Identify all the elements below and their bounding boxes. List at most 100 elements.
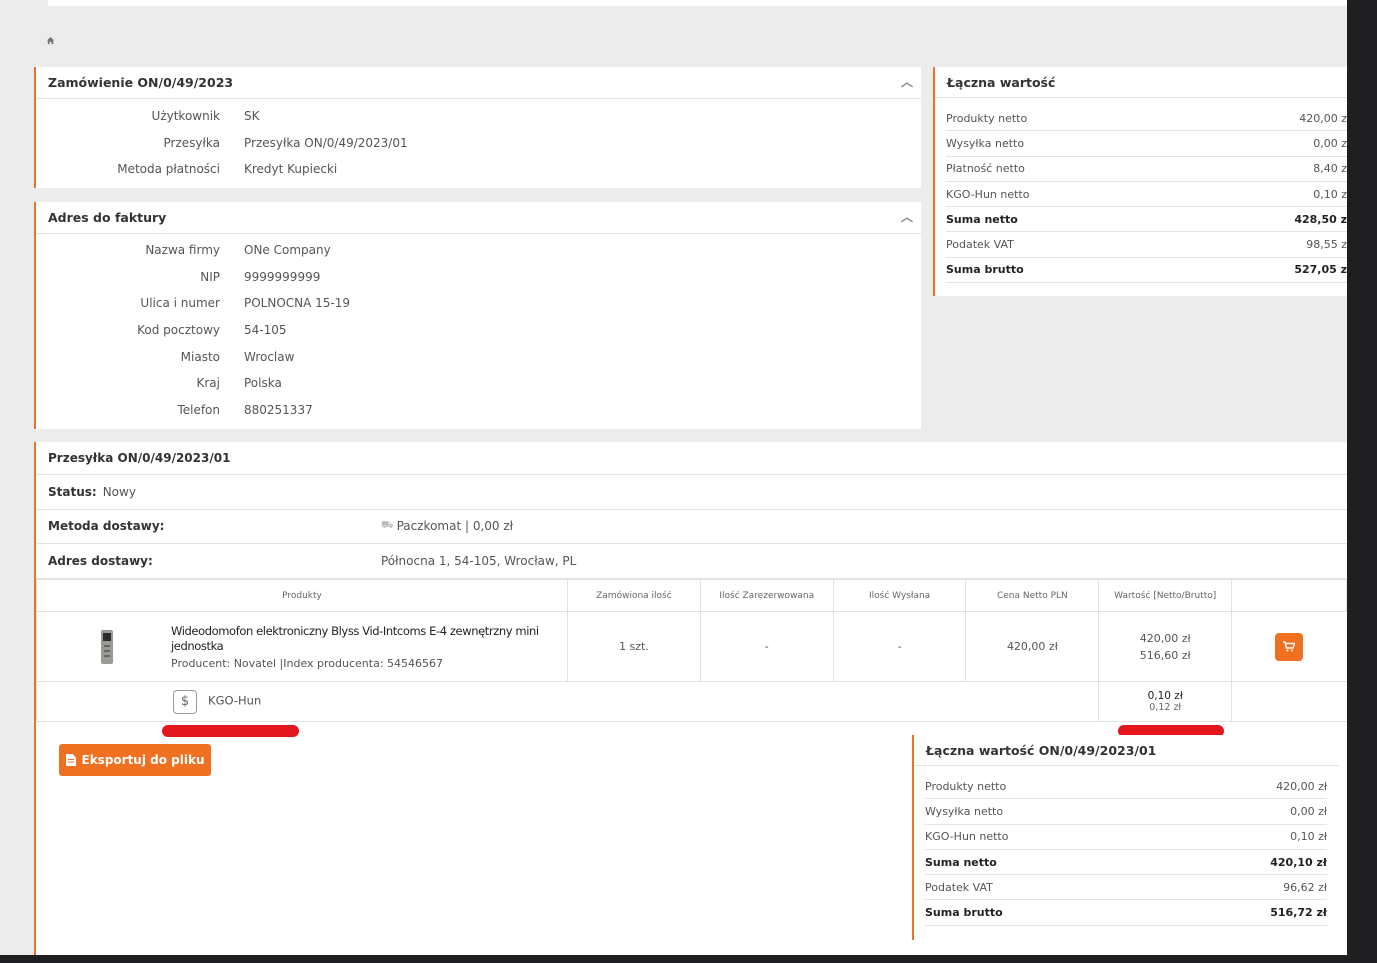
shipment-total-row: Wysyłka netto 0,00 zł [925, 799, 1327, 825]
shipment-total-row: Podatek VAT 96,62 zł [925, 875, 1327, 901]
field-label: Metoda płatności [117, 162, 220, 177]
fee-gross: 0,12 zł [1149, 701, 1182, 713]
invoice-panel: Adres do faktury ︿ Nazwa firmy ONe Compan… [34, 202, 921, 429]
order-payment-row: Metoda płatności Kredyt Kupiecki [36, 156, 921, 183]
total-label: Suma brutto [925, 906, 1003, 920]
intercom-image [101, 629, 113, 664]
product-thumbnail[interactable] [43, 629, 171, 664]
total-row: KGO-Hun netto 0,10 z [946, 182, 1347, 208]
field-value: Kredyt Kupiecki [244, 162, 338, 177]
invoice-row: Kod pocztowy 54-105 [36, 317, 921, 344]
net-price: 420,00 zł [965, 611, 1100, 682]
shipment-total-row: Suma netto 420,10 zł [925, 850, 1327, 876]
shipment-status-row: Status: Nowy [36, 475, 1347, 510]
shipment-total-title: Łączna wartość ON/0/49/2023/01 [926, 742, 1157, 758]
value-gross: 516,60 zł [1139, 648, 1191, 662]
total-label: Produkty netto [946, 111, 1028, 125]
total-value: 420,10 zł [1270, 855, 1327, 869]
field-value: Przesyłka ON/0/49/2023/01 [244, 135, 408, 150]
total-value: 420,00 z [1299, 111, 1347, 125]
status-label: Status: [48, 484, 97, 499]
total-row: Suma brutto 527,05 z [946, 258, 1347, 284]
total-row: Wysyłka netto 0,00 z [946, 131, 1347, 157]
order-title: Zamówienie ON/0/49/2023 [48, 75, 234, 90]
total-row: Produkty netto 420,00 z [946, 106, 1347, 132]
total-row: Podatek VAT 98,55 z [946, 232, 1347, 258]
field-value: POLNOCNA 15-19 [244, 296, 351, 311]
total-label: Podatek VAT [925, 880, 993, 894]
field-value: Wroclaw [244, 349, 295, 364]
table-header-row: Produkty Zamówiona ilość Ilość Zarezerwo… [36, 579, 1347, 612]
field-value: ONe Company [244, 243, 331, 258]
field-value: SK [244, 109, 260, 124]
breadcrumb [46, 36, 55, 48]
shipment-total-row: Produkty netto 420,00 zł [925, 774, 1327, 800]
total-label: Podatek VAT [946, 238, 1014, 252]
total-value: 96,62 zł [1283, 880, 1327, 894]
invoice-title: Adres do faktury [48, 210, 167, 225]
total-label: KGO-Hun netto [946, 187, 1030, 201]
export-to-file-button[interactable]: Eksportuj do pliku [59, 744, 211, 776]
total-value: 0,10 zł [1290, 830, 1327, 844]
shipment-total-row: Suma brutto 516,72 zł [925, 900, 1327, 926]
delivery-address-label: Adres dostawy: [48, 553, 153, 568]
cart-icon [1283, 640, 1296, 651]
column-header: Wartość [Netto/Brutto] [1098, 579, 1233, 612]
product-title[interactable]: Wideodomofon elektroniczny Blyss Vid-Int… [171, 624, 561, 654]
sent-qty: - [832, 611, 967, 682]
dollar-icon: $ [173, 689, 197, 714]
total-value: 428,50 z [1294, 212, 1347, 226]
invoice-row: NIP 9999999999 [36, 264, 921, 291]
total-label: Wysyłka netto [946, 136, 1025, 150]
shipment-total-row: KGO-Hun netto 0,10 zł [925, 825, 1327, 850]
field-value: Polska [244, 376, 282, 391]
column-header: Ilość Zarezerwowana [699, 579, 834, 612]
fee-cell: $ KGO-Hun [35, 681, 1100, 722]
total-value: 516,72 zł [1270, 906, 1327, 920]
total-label: Suma netto [925, 855, 997, 869]
home-icon[interactable] [46, 36, 55, 45]
redaction-mark [162, 725, 299, 737]
shipment-total-panel: Łączna wartość ON/0/49/2023/01 Produkty … [912, 735, 1339, 940]
total-value: 0,00 zł [1290, 804, 1327, 818]
empty-cell [1231, 681, 1347, 722]
add-to-cart-button[interactable] [1275, 632, 1304, 661]
value-net: 420,00 zł [1139, 631, 1191, 645]
field-value: 54-105 [244, 323, 287, 338]
field-label: Przesyłka [163, 135, 221, 150]
shipment-title-row: Przesyłka ON/0/49/2023/01 [36, 442, 1347, 475]
total-value: 420,00 zł [1276, 779, 1327, 793]
field-value: 9999999999 [244, 269, 321, 284]
delivery-address-value: Północna 1, 54-105, Wrocław, PL [381, 553, 577, 568]
total-row: Płatność netto 8,40 z [946, 157, 1347, 182]
total-label: Płatność netto [946, 162, 1025, 176]
field-label: Kraj [196, 376, 221, 391]
invoice-row: Telefon 880251337 [36, 397, 921, 424]
total-value: 0,00 z [1313, 136, 1347, 150]
fee-value-cell: 0,10 zł 0,12 zł [1098, 681, 1233, 722]
invoice-panel-header[interactable]: Adres do faktury ︿ [36, 202, 921, 234]
file-icon [65, 754, 76, 766]
total-label: Wysyłka netto [925, 804, 1004, 818]
total-panel: Łączna wartość Produkty netto 420,00 z Wy… [933, 67, 1347, 296]
collapse-icon[interactable]: ︿ [901, 208, 913, 225]
total-panel-header: Łączna wartość [935, 67, 1347, 98]
collapse-icon[interactable]: ︿ [901, 73, 913, 90]
product-meta: Producent: Novatel |Index producenta: 54… [171, 656, 444, 670]
total-value: 527,05 z [1294, 263, 1347, 277]
status-value: Nowy [102, 484, 136, 499]
field-value: 880251337 [244, 402, 313, 417]
fee-net: 0,10 zł [1147, 689, 1183, 702]
product-cell: Wideodomofon elektroniczny Blyss Vid-Int… [36, 611, 568, 682]
field-label: Ulica i numer [140, 296, 220, 311]
total-label: Produkty netto [925, 779, 1007, 793]
delivery-method-value: Paczkomat | 0,00 zł [396, 519, 514, 534]
invoice-row: Miasto Wroclaw [36, 343, 921, 370]
export-label: Eksportuj do pliku [81, 753, 205, 767]
invoice-row: Nazwa firmy ONe Company [36, 237, 921, 264]
delivery-method-row: Metoda dostawy: ⛟ Paczkomat | 0,00 zł [36, 510, 1347, 544]
shipment-title: Przesyłka ON/0/49/2023/01 [48, 451, 231, 465]
column-header: Zamówiona ilość [566, 579, 701, 612]
total-label: Suma brutto [946, 263, 1024, 277]
order-panel-header[interactable]: Zamówienie ON/0/49/2023 ︿ [36, 67, 921, 99]
